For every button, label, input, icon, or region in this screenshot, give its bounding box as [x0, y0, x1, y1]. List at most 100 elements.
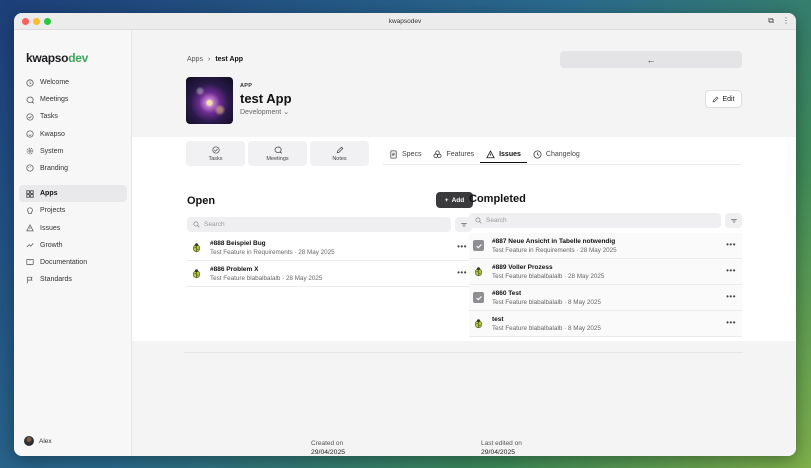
more-options-icon[interactable]: •••	[457, 243, 467, 251]
sidebar-item-projects[interactable]: Projects	[19, 202, 127, 219]
issue-subtitle: Test Feature in Requirements · 28 May 20…	[492, 246, 617, 254]
quick-link-label: Meetings	[266, 155, 289, 162]
issue-title: #889 Voller Prozess	[492, 263, 553, 271]
add-label: Add	[451, 196, 465, 204]
check-icon	[475, 243, 482, 249]
warning-icon	[486, 149, 495, 158]
environment-select[interactable]: Development ⌄	[240, 108, 289, 116]
issue-title: #888 Beispiel Bug	[210, 239, 266, 247]
sidebar-item-growth[interactable]: Growth	[19, 237, 127, 254]
sidebar-item-label: Documentation	[40, 258, 88, 266]
brand-logo[interactable]: kwapsodev	[26, 51, 88, 65]
minimize-window-button[interactable]	[33, 18, 40, 25]
sidebar-item-label: Welcome	[40, 79, 70, 86]
grid-icon	[26, 190, 34, 198]
bulb-icon	[27, 207, 33, 214]
sidebar-item-label: Branding	[40, 164, 69, 172]
sidebar-item-tasks[interactable]: Tasks	[19, 108, 127, 125]
breadcrumb-apps-link[interactable]: Apps	[187, 56, 203, 63]
tab-label: Changelog	[545, 151, 580, 158]
more-vertical-icon[interactable]: ⋮	[782, 16, 790, 26]
trend-icon	[26, 243, 34, 248]
sidebar-item-documentation[interactable]: Documentation	[19, 254, 127, 271]
clock-icon	[533, 150, 542, 159]
issue-row-887[interactable]: #887 Neue Ansicht in Tabelle notwendig T…	[469, 233, 742, 259]
checked-checkbox-icon[interactable]	[473, 240, 484, 251]
sidebar-item-standards[interactable]: Standards	[19, 271, 127, 288]
breadcrumb-current: test App	[215, 56, 244, 63]
gear-icon	[26, 148, 34, 155]
tab-features[interactable]: Features	[427, 146, 480, 163]
app-header: Apps › test App ← APP test App Developme…	[132, 30, 796, 137]
sidebar-item-welcome[interactable]: Welcome	[19, 74, 127, 91]
sidebar-item-issues[interactable]: Issues	[19, 220, 127, 237]
sidebar-item-label: System	[40, 147, 64, 155]
tab-changelog[interactable]: Changelog	[527, 146, 586, 163]
created-label: Created on	[311, 440, 344, 447]
bug-icon	[474, 267, 483, 277]
search-icon	[475, 217, 482, 224]
sidebar-item-label: Growth	[40, 241, 63, 249]
extensions-icon[interactable]: ⧉	[768, 16, 774, 26]
issue-subtitle: Test Feature blabalbalalb · 8 May 2025	[492, 324, 601, 332]
sidebar-item-system[interactable]: System	[19, 143, 127, 160]
more-options-icon[interactable]: •••	[726, 241, 736, 249]
completed-search-input[interactable]: Search	[469, 213, 721, 228]
issue-subtitle: Test Feature blabalbalalb · 28 May 2025	[492, 272, 605, 280]
sidebar-item-apps[interactable]: Apps	[19, 185, 127, 203]
footer-divider	[184, 352, 743, 353]
issue-row-860[interactable]: #860 Test Test Feature blabalbalalb · 8 …	[469, 285, 742, 311]
features-icon	[433, 150, 442, 159]
edit-button[interactable]: Edit	[705, 90, 742, 108]
issue-subtitle: Test Feature in Requirements · 28 May 20…	[210, 248, 335, 256]
sidebar-item-label: Projects	[40, 207, 66, 215]
last-edited-value: 29/04/2025	[481, 449, 516, 456]
close-window-button[interactable]	[22, 18, 29, 25]
more-options-icon[interactable]: •••	[726, 267, 736, 275]
sidebar-item-label: Apps	[40, 190, 58, 198]
sidebar-item-label: Standards	[40, 276, 72, 284]
quick-link-label: Notes	[332, 155, 347, 162]
tab-label: Issues	[499, 150, 521, 158]
search-icon	[193, 221, 200, 228]
user-profile[interactable]: Alex	[24, 436, 52, 446]
quick-link-label: Tasks	[208, 155, 223, 162]
quick-link-notes[interactable]: Notes	[310, 141, 369, 166]
sidebar-item-branding[interactable]: Branding	[19, 160, 127, 177]
zoom-window-button[interactable]	[44, 18, 51, 25]
issue-row-886[interactable]: #886 Problem X Test Feature blabalbalalb…	[187, 261, 473, 287]
filter-icon	[460, 222, 467, 227]
warning-icon	[26, 224, 34, 232]
chat-icon	[274, 146, 282, 154]
smile-icon	[26, 130, 34, 138]
tab-issues[interactable]: Issues	[480, 146, 527, 163]
tab-divider	[383, 164, 742, 165]
tab-specs[interactable]: Specs	[383, 146, 427, 163]
checked-checkbox-icon[interactable]	[473, 292, 484, 303]
brand-logo-part1: kwapso	[26, 51, 69, 65]
last-edited-label: Last edited on	[481, 440, 522, 447]
completed-filter-button[interactable]	[725, 213, 742, 228]
more-options-icon[interactable]: •••	[726, 319, 736, 327]
quick-link-tasks[interactable]: Tasks	[186, 141, 245, 166]
home-icon	[26, 78, 34, 87]
sidebar-item-label: Meetings	[40, 96, 69, 104]
add-issue-button[interactable]: + Add	[436, 192, 473, 208]
sidebar-item-meetings[interactable]: Meetings	[19, 91, 127, 108]
tab-bar: Specs Features Issues Changelog	[383, 146, 586, 163]
open-issue-list: #888 Beispiel Bug Test Feature in Requir…	[187, 235, 473, 287]
sidebar-item-kwapso[interactable]: Kwapso	[19, 126, 127, 143]
brand-logo-part2: dev	[68, 51, 88, 65]
issue-row-test[interactable]: test Test Feature blabalbalalb · 8 May 2…	[469, 311, 742, 337]
bug-icon	[192, 243, 201, 253]
issue-row-888[interactable]: #888 Beispiel Bug Test Feature in Requir…	[187, 235, 473, 261]
issue-row-889[interactable]: #889 Voller Prozess Test Feature blabalb…	[469, 259, 742, 285]
quick-link-meetings[interactable]: Meetings	[248, 141, 307, 166]
open-column-title: Open	[187, 195, 216, 207]
title-bar: kwapsodev ⧉ ⋮	[14, 13, 796, 30]
open-search-input[interactable]: Search	[187, 217, 451, 232]
bug-icon	[192, 269, 201, 279]
back-button[interactable]: ←	[560, 51, 742, 68]
more-options-icon[interactable]: •••	[726, 293, 736, 301]
more-options-icon[interactable]: •••	[457, 269, 467, 277]
